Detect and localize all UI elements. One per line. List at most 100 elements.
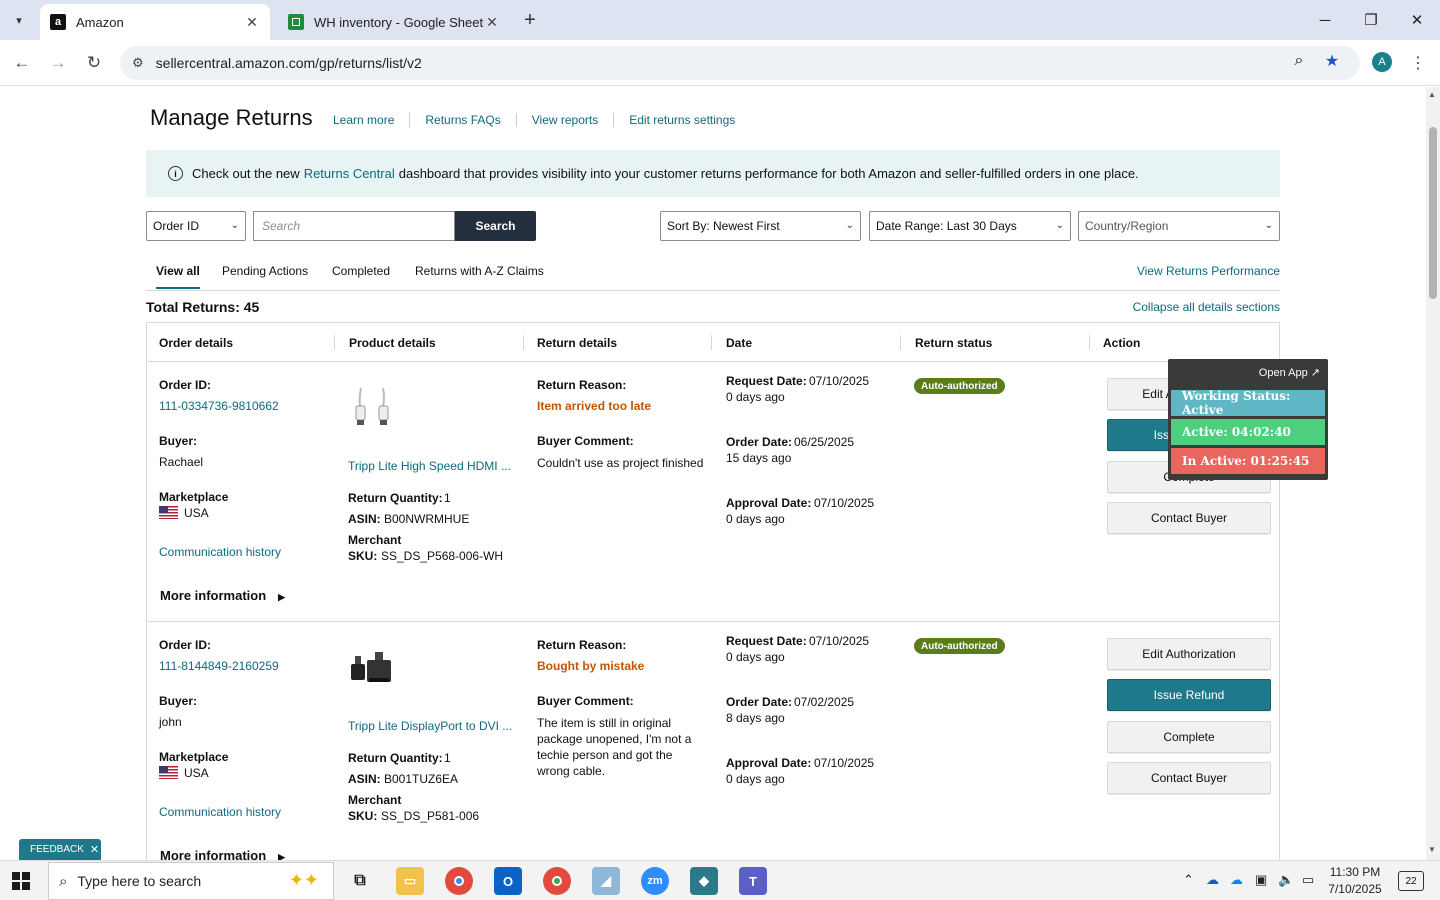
tab-search-chevron-icon[interactable]: ▾ [6,7,32,33]
order-date-label: Order Date: [726,695,793,709]
product-name-link[interactable]: Tripp Lite DisplayPort to DVI ... [348,719,512,733]
chrome-icon[interactable] [445,867,473,895]
marketplace-text: USA [184,766,209,780]
sku-value: SS_DS_P568-006-WH [381,549,504,563]
contact-buyer-button[interactable]: Contact Buyer [1107,502,1271,534]
file-explorer-icon[interactable]: ▭ [396,867,424,895]
dvi-adapter-icon[interactable] [347,644,395,692]
restore-icon[interactable]: ❐ [1348,0,1394,40]
country-select[interactable]: Country/Region ⌄ [1078,211,1280,241]
scroll-down-icon[interactable]: ▼ [1428,845,1436,854]
app-icon[interactable]: ◆ [690,867,718,895]
return-reason-label: Return Reason: [537,378,627,392]
product-name-link[interactable]: Tripp Lite High Speed HDMI ... [348,459,511,473]
taskbar-search-placeholder: Type here to search [77,873,202,889]
communication-history-link[interactable]: Communication history [159,545,281,559]
open-app-link[interactable]: Open App ↗ [1259,366,1320,379]
buyer-comment-label: Buyer Comment: [537,434,634,448]
cloud-icon[interactable]: ☁ [1230,872,1243,888]
scrollbar-thumb[interactable] [1429,127,1437,299]
reload-icon[interactable]: ↻ [81,50,107,76]
tab-view-all[interactable]: View all [156,264,200,289]
site-info-icon[interactable]: ⚙ [132,55,144,71]
chrome-profile-icon[interactable] [543,867,571,895]
close-window-icon[interactable]: ✕ [1394,0,1440,40]
triangle-right-icon: ▶ [278,592,286,602]
minimize-icon[interactable]: ─ [1302,0,1348,40]
return-qty-label: Return Quantity: [348,751,443,765]
notifications-icon[interactable]: 22 [1398,871,1424,891]
hdmi-cable-icon[interactable] [347,384,395,432]
search-type-select[interactable]: Order ID ⌄ [146,211,246,241]
returns-faqs-link[interactable]: Returns FAQs [409,113,515,127]
task-view-icon[interactable]: ⧉ [346,867,374,895]
more-information-toggle[interactable]: More information ▶ [160,848,285,860]
more-information-toggle[interactable]: More information ▶ [160,588,285,603]
outlook-icon[interactable]: O [494,867,522,895]
communication-history-link[interactable]: Communication history [159,805,281,819]
request-date-label: Request Date: [726,374,807,388]
col-return-details: Return details [537,336,618,350]
view-reports-link[interactable]: View reports [515,113,613,127]
tab-wh-inventory[interactable]: WH inventory - Google Sheets ✕ [278,4,510,40]
taskbar-search-input[interactable]: ⌕ Type here to search ✦✦ [48,862,334,900]
windows-start-icon[interactable] [12,872,30,890]
sku-label: SKU: [348,549,378,563]
zoom-icon[interactable]: ⌕ [1286,48,1312,74]
filter-bar: Order ID ⌄ Search Search Sort By: Newest… [0,211,1426,241]
search-icon: ⌕ [59,872,68,890]
asin-value: B001TUZ6EA [384,772,459,786]
complete-button[interactable]: Complete [1107,721,1271,753]
new-tab-icon[interactable]: + [518,8,542,32]
security-icon[interactable]: ▣ [1255,872,1267,888]
returns-central-link[interactable]: Returns Central [304,166,395,181]
approval-date-ago: 0 days ago [726,772,785,786]
order-id-link[interactable]: 111-8144849-2160259 [159,659,279,673]
onedrive-icon[interactable]: ☁ [1206,872,1219,888]
volume-icon[interactable]: 🔈 [1278,872,1294,888]
chevron-down-icon: ⌄ [1055,220,1064,231]
close-tab-icon[interactable]: ✕ [484,14,500,30]
scroll-up-icon[interactable]: ▲ [1428,90,1436,99]
search-input[interactable]: Search [253,211,455,241]
view-returns-performance-link[interactable]: View Returns Performance [1137,264,1280,278]
inactive-time-pill: In Active: 01:25:45 [1171,448,1325,474]
back-icon[interactable]: ← [9,50,35,76]
col-return-status: Return status [915,336,993,350]
feedback-button[interactable]: FEEDBACK ✕ [19,839,101,860]
page-scrollbar[interactable]: ▲ ▼ [1426,87,1440,860]
collapse-all-link[interactable]: Collapse all details sections [1133,300,1280,314]
learn-more-link[interactable]: Learn more [318,113,409,127]
chevron-up-icon[interactable]: ⌃ [1183,872,1194,888]
browser-menu-icon[interactable]: ⋮ [1408,52,1428,74]
profile-avatar[interactable]: A [1372,52,1392,72]
url-bar[interactable]: ⚙ sellercentral.amazon.com/gp/returns/li… [120,46,1360,80]
forward-icon[interactable]: → [45,50,71,76]
country-value: Country/Region [1085,219,1169,233]
search-button[interactable]: Search [455,211,536,241]
sparkle-icon: ✦✦ [288,870,319,890]
teams-icon[interactable]: T [739,867,767,895]
bookmark-star-icon[interactable]: ★ [1319,48,1345,74]
close-feedback-icon[interactable]: ✕ [90,843,99,856]
tab-amazon[interactable]: a Amazon ✕ [40,4,270,40]
sort-select[interactable]: Sort By: Newest First ⌄ [660,211,861,241]
browser-tab-bar: ▾ a Amazon ✕ WH inventory - Google Sheet… [0,0,1440,40]
edit-returns-settings-link[interactable]: Edit returns settings [613,113,750,127]
table-row: Order ID: 111-8144849-2160259 Buyer: joh… [147,622,1279,860]
working-status-pill: Working Status: Active [1171,389,1325,417]
close-tab-icon[interactable]: ✕ [244,14,260,30]
issue-refund-button[interactable]: Issue Refund [1107,679,1271,711]
system-clock[interactable]: 11:30 PM 7/10/2025 [1322,864,1388,898]
contact-buyer-button[interactable]: Contact Buyer [1107,762,1271,794]
edit-authorization-button[interactable]: Edit Authorization [1107,638,1271,670]
tab-az-claims[interactable]: Returns with A-Z Claims [415,264,544,278]
order-id-link[interactable]: 111-0334736-9810662 [159,399,279,413]
network-icon[interactable]: ▭ [1302,872,1314,888]
info-icon: i [168,166,183,181]
app-icon[interactable]: ◢ [592,867,620,895]
zoom-app-icon[interactable]: zm [641,867,669,895]
tab-pending-actions[interactable]: Pending Actions [222,264,308,278]
date-range-select[interactable]: Date Range: Last 30 Days ⌄ [869,211,1071,241]
tab-completed[interactable]: Completed [332,264,390,278]
